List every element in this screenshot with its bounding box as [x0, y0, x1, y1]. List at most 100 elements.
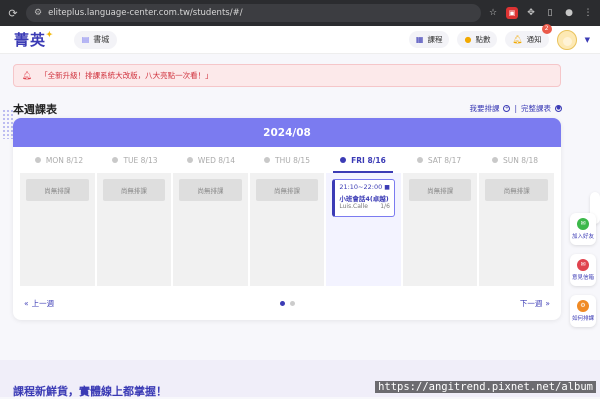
next-week-button[interactable]: 下一週 »	[520, 298, 550, 309]
sparkle-icon: ✦	[46, 29, 54, 39]
day-tabs: MON 8/12 TUE 8/13 WED 8/14 THU 8/15 FRI 8/16…	[13, 147, 561, 173]
empty-slot: 尚無排課	[26, 179, 89, 201]
video-camera-icon: ■	[384, 183, 390, 191]
logo-text: 菁英	[14, 31, 47, 49]
lesson-count: 1/6	[380, 203, 390, 210]
calendar-icon: ▦	[415, 35, 424, 44]
site-header: 菁英✦ ▤ 書城 ▦ 課程 ● 點數 🔔︎ 通知 2 ▼	[0, 24, 600, 54]
day-dot-icon	[416, 157, 423, 163]
lesson-card[interactable]: 21:10~22:00 ■ 小班會話4(卓越) Luis.Calle 1/6	[332, 179, 395, 217]
puzzle-icon[interactable]: ✥	[525, 7, 537, 19]
day-column: 尚無排課	[173, 173, 248, 286]
day-dot-icon	[112, 157, 119, 163]
empty-slot: 尚無排課	[255, 179, 319, 201]
gear-icon: ⚙	[577, 300, 589, 312]
prev-week-button[interactable]: « 上一週	[24, 298, 54, 309]
day-dot-icon	[264, 157, 271, 163]
day-column: 尚無排課	[479, 173, 555, 286]
lesson-name: 小班會話4(卓越)	[339, 195, 389, 203]
double-chevron-left-icon: «	[24, 298, 29, 308]
bookmark-star-icon[interactable]: ☆	[487, 7, 499, 19]
day-dot-icon	[491, 157, 498, 163]
day-column: 尚無排課	[249, 173, 325, 286]
day-label: MON 8/12	[45, 155, 84, 165]
day-dot-icon	[186, 157, 193, 163]
day-column: 尚無排課	[96, 173, 172, 286]
day-label: SUN 8/18	[502, 155, 539, 165]
url-text: eliteplus.language-center.com.tw/student…	[48, 8, 243, 18]
coin-icon: ●	[464, 35, 472, 44]
lesson-teacher: Luis.Calle	[339, 203, 368, 210]
links-separator: |	[514, 104, 517, 113]
bookstore-label: 書城	[93, 35, 110, 44]
schedule-label: 課程	[427, 35, 443, 44]
address-bar[interactable]: ⚙ eliteplus.language-center.com.tw/stude…	[26, 4, 481, 22]
day-column: 尚無排課	[20, 173, 95, 286]
lesson-time: 21:10~22:00	[339, 183, 383, 191]
feedback-button[interactable]: ✉ 意見信箱	[570, 254, 596, 286]
empty-slot: 尚無排課	[179, 179, 242, 201]
month-header: 2024/08	[13, 118, 561, 147]
pager-dots	[279, 300, 295, 306]
schedule-button[interactable]: ▦ 課程	[408, 31, 450, 48]
schedule-links: 我要排課 + | 完整課表 ●	[469, 103, 562, 114]
day-label: FRI 8/16	[351, 155, 386, 165]
site-info-icon[interactable]: ⚙	[34, 8, 42, 18]
day-tab[interactable]: FRI 8/16	[325, 147, 401, 173]
empty-slot: 尚無排課	[408, 179, 472, 201]
watermark-text: https://angitrend.pixnet.net/album	[375, 381, 596, 393]
logo[interactable]: 菁英✦	[14, 29, 54, 50]
points-button[interactable]: ● 點數	[457, 31, 498, 48]
extension-icon[interactable]: ▣	[506, 7, 518, 19]
day-tab[interactable]: SAT 8/17	[401, 147, 477, 173]
day-dot-icon	[34, 157, 41, 163]
chevron-down-icon[interactable]: ▼	[585, 36, 590, 44]
day-column: 21:10~22:00 ■ 小班會話4(卓越) Luis.Calle 1/6	[326, 173, 401, 286]
weekly-schedule-card: 2024/08 MON 8/12 TUE 8/13 WED 8/14 THU 8/15…	[13, 118, 561, 320]
pager-dot[interactable]	[279, 300, 285, 306]
notification-count-badge: 2	[541, 24, 552, 34]
notifications-label: 通知	[526, 35, 542, 44]
notifications-button[interactable]: 🔔︎ 通知 2	[505, 24, 552, 48]
day-tab[interactable]: THU 8/15	[249, 147, 325, 173]
plus-icon: +	[503, 105, 511, 112]
day-tab[interactable]: TUE 8/13	[97, 147, 173, 173]
full-schedule-link[interactable]: 完整課表	[521, 103, 551, 114]
day-dot-icon	[340, 157, 347, 163]
avatar[interactable]	[556, 29, 577, 50]
day-columns: 尚無排課 尚無排課 尚無排課 尚無排課 21:10~22:00 ■ 小班會話4(卓越) Lui…	[19, 173, 555, 286]
double-chevron-right-icon: »	[545, 298, 550, 308]
add-friend-label: 加入好友	[571, 234, 594, 240]
day-tab[interactable]: WED 8/14	[173, 147, 249, 173]
line-icon: ✉	[577, 218, 589, 230]
feedback-label: 意見信箱	[571, 275, 594, 281]
bell-icon: 🔔︎	[512, 35, 523, 44]
points-label: 點數	[475, 35, 491, 44]
announcement-text: 「全新升級！排課系統大改版，八大亮點一次看！」	[40, 71, 213, 80]
bookstore-button[interactable]: ▤ 書城	[73, 30, 118, 49]
profile-icon[interactable]: ●	[563, 7, 575, 19]
next-week-label: 下一週	[519, 298, 543, 308]
sidepanel-icon[interactable]: ▯	[544, 7, 556, 19]
circle-dot-icon: ●	[555, 105, 562, 112]
empty-slot: 尚無排課	[102, 179, 166, 201]
reload-icon[interactable]: ⟳	[6, 7, 20, 20]
my-schedule-link[interactable]: 我要排課	[469, 103, 499, 114]
day-label: WED 8/14	[197, 155, 236, 165]
pager-dot[interactable]	[289, 300, 295, 306]
mail-icon: ✉	[577, 259, 589, 271]
day-tab[interactable]: SUN 8/18	[477, 147, 553, 173]
menu-icon[interactable]: ⋮	[582, 7, 594, 19]
add-friend-button[interactable]: ✉ 加入好友	[570, 213, 596, 245]
bell-icon: 🔔︎	[22, 71, 33, 80]
day-label: THU 8/15	[275, 155, 310, 165]
how-to-label: 如何排課	[571, 316, 594, 322]
browser-toolbar: ⟳ ⚙ eliteplus.language-center.com.tw/stu…	[0, 0, 600, 26]
announcement-banner[interactable]: 🔔︎ 「全新升級！排課系統大改版，八大亮點一次看！」	[13, 64, 561, 87]
how-to-button[interactable]: ⚙ 如何排課	[570, 295, 596, 327]
day-tab[interactable]: MON 8/12	[21, 147, 97, 173]
prev-week-label: 上一週	[31, 298, 55, 308]
day-label: SAT 8/17	[427, 155, 462, 165]
day-column: 尚無排課	[402, 173, 478, 286]
schedule-footer: « 上一週 下一週 »	[13, 286, 561, 320]
